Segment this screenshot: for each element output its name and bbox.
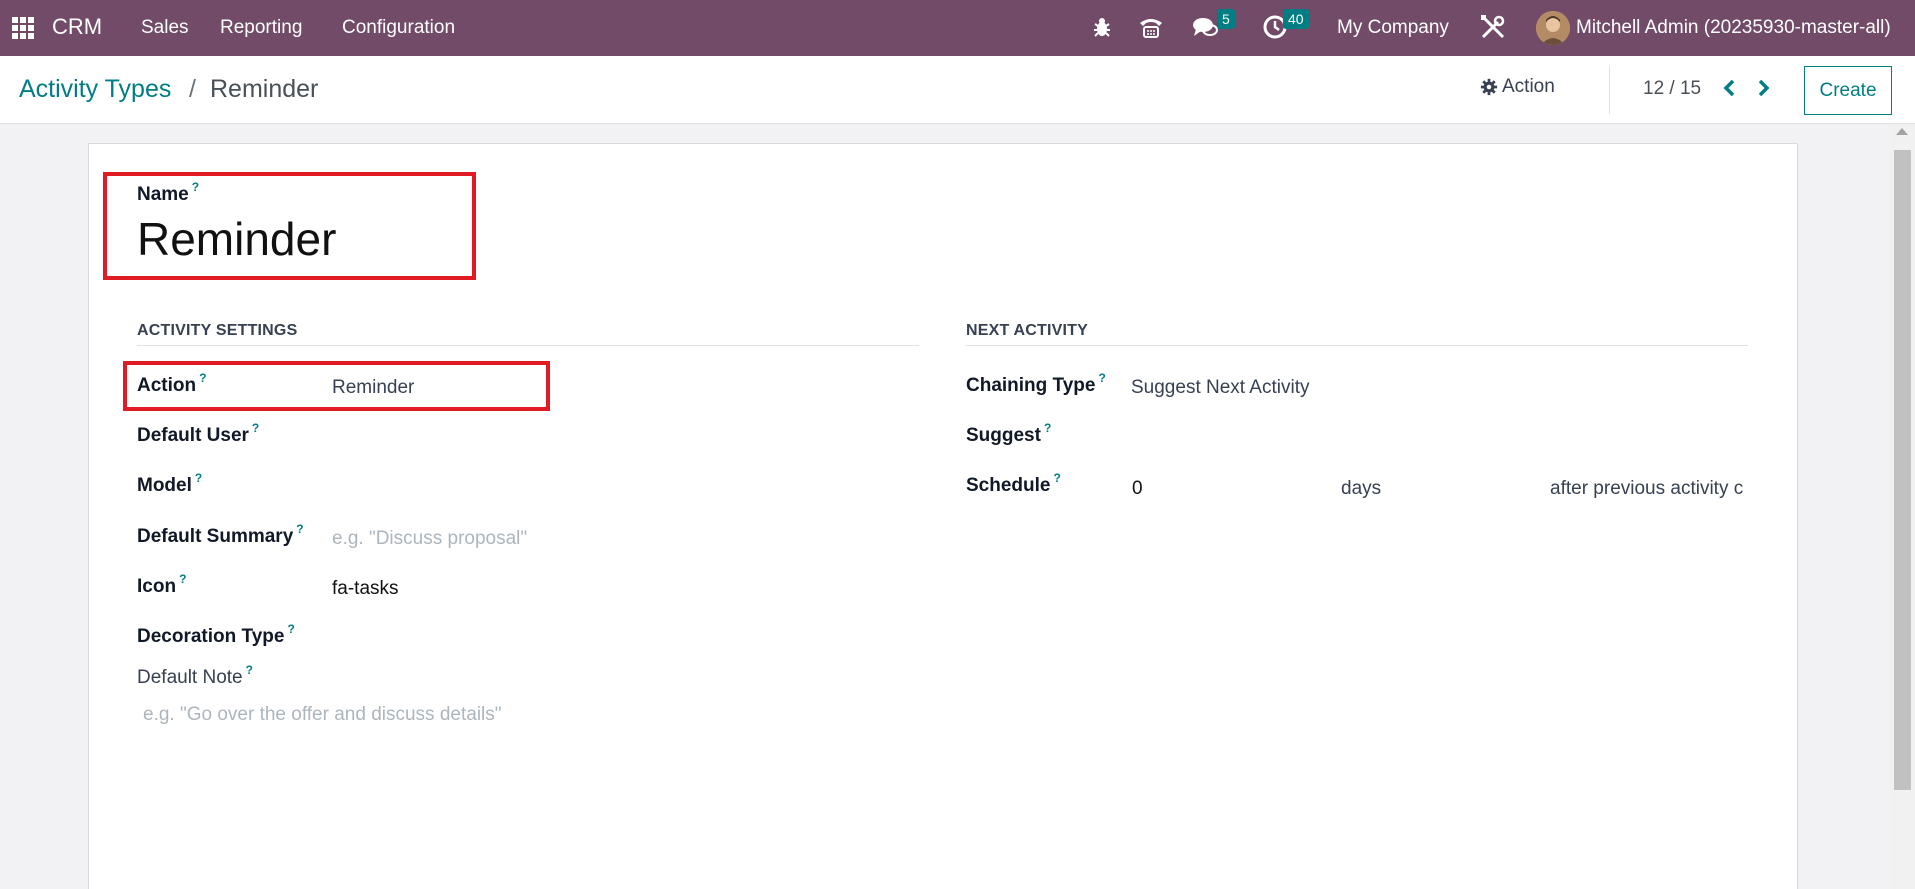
bug-icon[interactable]	[1087, 12, 1117, 42]
name-field[interactable]: Reminder	[137, 212, 336, 266]
default-note-editor[interactable]: e.g. "Go over the offer and discuss deta…	[143, 704, 502, 726]
action-label: Action	[1502, 76, 1555, 97]
tools-icon[interactable]	[1478, 12, 1508, 42]
schedule-label: Schedule?	[966, 471, 1061, 496]
user-avatar[interactable]	[1536, 11, 1570, 45]
chaining-type-label: Chaining Type?	[966, 371, 1106, 396]
breadcrumb-current: Reminder	[210, 75, 319, 103]
schedule-unit-select[interactable]: days	[1341, 478, 1381, 500]
breadcrumb-separator: /	[189, 75, 196, 103]
action-menu-button[interactable]: Action	[1480, 76, 1555, 98]
phone-icon[interactable]	[1136, 12, 1166, 42]
group-divider	[137, 345, 919, 346]
activity-settings-title: ACTIVITY SETTINGS	[137, 322, 298, 339]
app-name[interactable]: CRM	[52, 14, 102, 40]
apps-grid-icon[interactable]	[12, 17, 34, 39]
model-label: Model?	[137, 471, 203, 496]
chevron-right-icon[interactable]	[1752, 77, 1774, 99]
gear-icon	[1480, 78, 1498, 96]
messages-count-badge: 5	[1217, 9, 1235, 29]
default-summary-input[interactable]: e.g. "Discuss proposal"	[332, 528, 527, 550]
action-field[interactable]: Reminder	[332, 377, 414, 399]
breadcrumb-parent[interactable]: Activity Types	[19, 75, 171, 104]
scroll-up-arrow-icon[interactable]	[1896, 128, 1908, 135]
scrollbar-thumb[interactable]	[1894, 150, 1911, 790]
action-label: Action?	[137, 371, 207, 396]
suggest-label: Suggest?	[966, 421, 1052, 446]
menu-configuration[interactable]: Configuration	[342, 17, 455, 39]
default-summary-label: Default Summary?	[137, 522, 304, 547]
menu-reporting[interactable]: Reporting	[220, 17, 302, 39]
control-panel: Activity Types / Reminder Action 12 / 15…	[0, 56, 1915, 124]
default-note-label: Default Note?	[137, 663, 253, 688]
pager-value[interactable]: 12 / 15	[1643, 78, 1701, 100]
decoration-type-label: Decoration Type?	[137, 622, 295, 647]
next-activity-title: NEXT ACTIVITY	[966, 322, 1089, 339]
menu-sales[interactable]: Sales	[141, 17, 189, 39]
schedule-delay-input[interactable]: 0	[1132, 478, 1143, 500]
icon-field[interactable]: fa-tasks	[332, 578, 399, 600]
chat-icon[interactable]	[1190, 12, 1220, 42]
divider	[1609, 66, 1610, 114]
activities-count-badge: 40	[1283, 9, 1309, 29]
name-label: Name?	[137, 180, 200, 205]
user-menu[interactable]: Mitchell Admin (20235930-master-all)	[1576, 17, 1891, 39]
icon-label: Icon?	[137, 572, 187, 597]
default-user-label: Default User?	[137, 421, 260, 446]
top-navbar: CRM Sales Reporting Configuration 5 40 M…	[0, 0, 1915, 56]
company-switcher[interactable]: My Company	[1337, 17, 1449, 39]
schedule-from-select[interactable]: after previous activity c	[1550, 478, 1748, 500]
chevron-left-icon[interactable]	[1719, 77, 1741, 99]
chaining-type-field[interactable]: Suggest Next Activity	[1131, 377, 1309, 399]
create-button[interactable]: Create	[1804, 66, 1892, 115]
group-divider	[966, 345, 1748, 346]
